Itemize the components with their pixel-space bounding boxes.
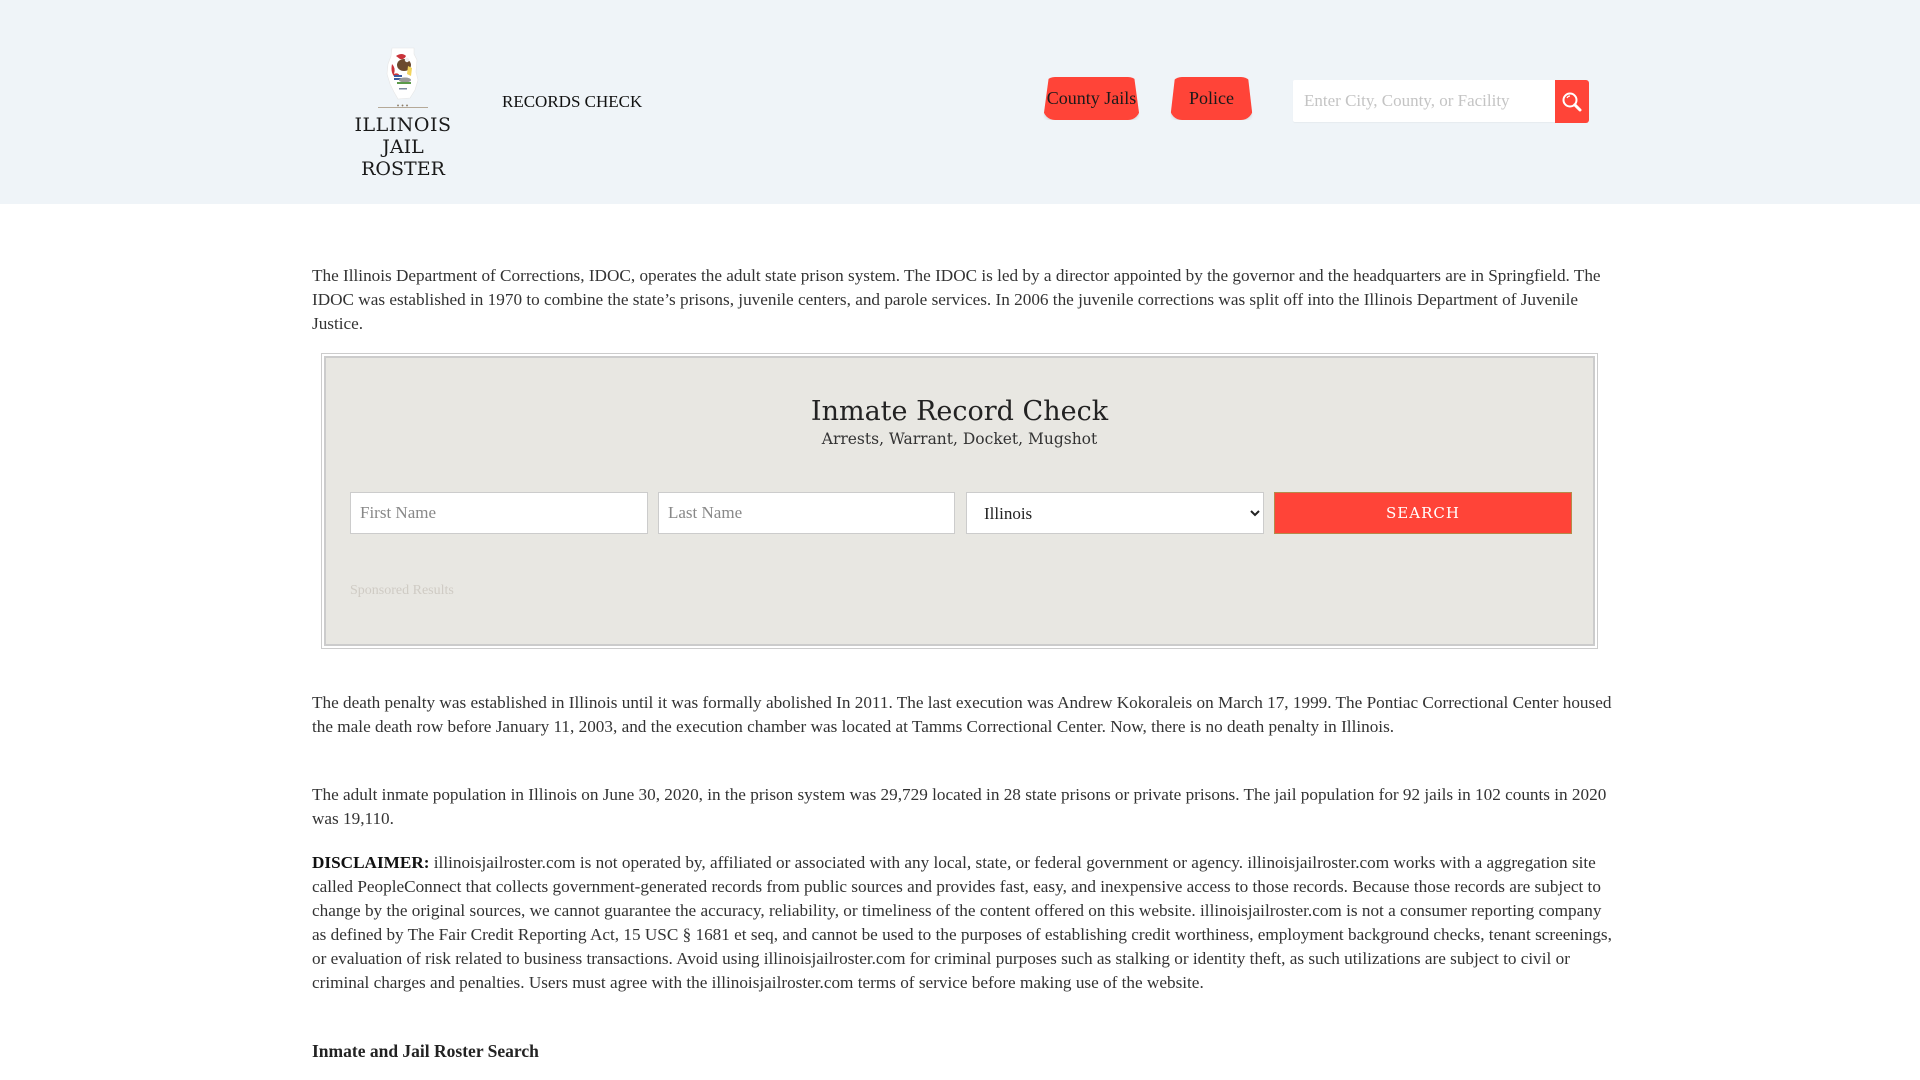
logo-text-line1: ILLINOIS [354, 114, 452, 136]
disclaimer-paragraph: DISCLAIMER: illinoisjailroster.com is no… [312, 851, 1612, 995]
record-search-button[interactable]: SEARCH [1274, 492, 1572, 534]
site-header: ••• ILLINOIS JAIL ROSTER RECORDS CHECK C… [0, 0, 1920, 204]
records-check-link[interactable]: RECORDS CHECK [502, 92, 642, 112]
state-select[interactable]: Illinois [966, 492, 1264, 534]
tab-label: County Jails [1046, 88, 1137, 108]
logo-text-line2: JAIL ROSTER [361, 136, 445, 180]
last-name-input[interactable] [658, 492, 955, 534]
tab-county-jails[interactable]: County Jails [1043, 77, 1140, 120]
facility-search-button[interactable] [1555, 80, 1589, 123]
tab-label: Police [1189, 88, 1234, 108]
section-heading-roster-search: Inmate and Jail Roster Search [312, 1041, 539, 1061]
record-check-inner: Inmate Record Check Arrests, Warrant, Do… [324, 356, 1595, 646]
record-check-title: Inmate Record Check [810, 396, 1109, 427]
death-penalty-paragraph: The death penalty was established in Ill… [312, 693, 1612, 736]
inmate-record-check-panel: Inmate Record Check Arrests, Warrant, Do… [321, 353, 1598, 649]
logo-dots: ••• [396, 103, 410, 110]
sponsored-results-label: Sponsored Results [350, 583, 454, 598]
facility-search-input[interactable] [1293, 80, 1556, 122]
illinois-seal-icon [386, 47, 419, 100]
site-logo[interactable]: ••• ILLINOIS JAIL ROSTER [338, 44, 468, 180]
search-icon [1562, 92, 1582, 111]
tab-police[interactable]: Police [1170, 77, 1253, 120]
population-paragraph: The adult inmate population in Illinois … [312, 785, 1607, 828]
disclaimer-label: DISCLAIMER: [312, 853, 430, 872]
intro-paragraph: The Illinois Department of Corrections, … [312, 266, 1601, 333]
first-name-input[interactable] [350, 492, 648, 534]
disclaimer-text: illinoisjailroster.com is not operated b… [312, 853, 1612, 992]
record-check-subtitle: Arrests, Warrant, Docket, Mugshot [821, 430, 1098, 448]
